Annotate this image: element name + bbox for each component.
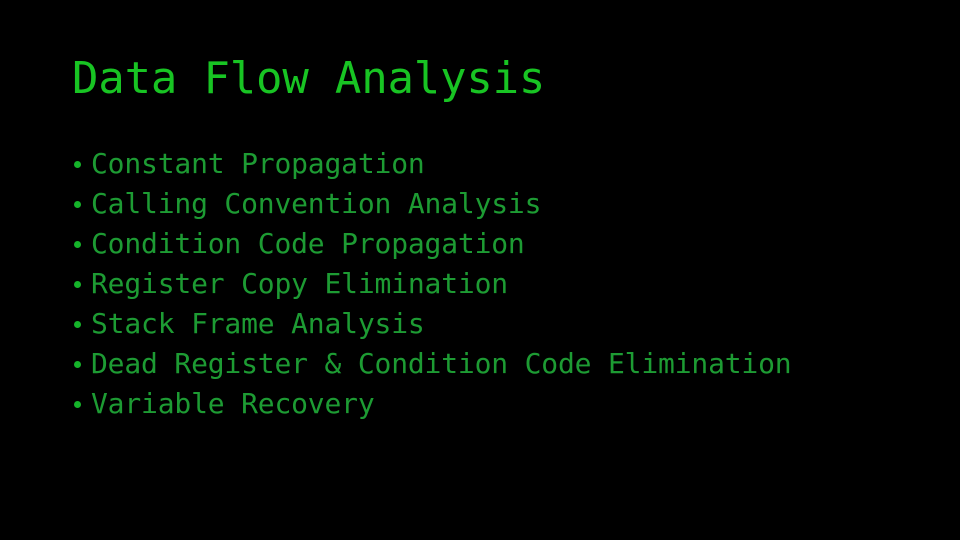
filled-circle-icon <box>74 280 81 288</box>
list-item-label: Register Copy Elimination <box>91 267 508 300</box>
page-title: Data Flow Analysis <box>72 53 546 104</box>
list-item: Constant Propagation <box>72 144 932 184</box>
list-item-label: Dead Register & Condition Code Eliminati… <box>91 347 792 380</box>
filled-circle-icon <box>74 400 81 408</box>
list-item: Stack Frame Analysis <box>72 304 932 344</box>
filled-circle-icon <box>74 320 81 328</box>
bullet-list: Constant Propagation Calling Convention … <box>72 144 932 424</box>
list-item: Register Copy Elimination <box>72 264 932 304</box>
filled-circle-icon <box>74 200 81 208</box>
list-item: Dead Register & Condition Code Eliminati… <box>72 344 932 384</box>
filled-circle-icon <box>74 240 81 248</box>
list-item-label: Variable Recovery <box>91 387 375 420</box>
filled-circle-icon <box>74 160 81 168</box>
filled-circle-icon <box>74 360 81 368</box>
list-item-label: Constant Propagation <box>91 147 425 180</box>
list-item: Calling Convention Analysis <box>72 184 932 224</box>
list-item-label: Calling Convention Analysis <box>91 187 542 220</box>
presentation-slide: Data Flow Analysis Constant Propagation … <box>0 0 960 540</box>
list-item-label: Stack Frame Analysis <box>91 307 425 340</box>
list-item-label: Condition Code Propagation <box>91 227 525 260</box>
list-item: Condition Code Propagation <box>72 224 932 264</box>
list-item: Variable Recovery <box>72 384 932 424</box>
